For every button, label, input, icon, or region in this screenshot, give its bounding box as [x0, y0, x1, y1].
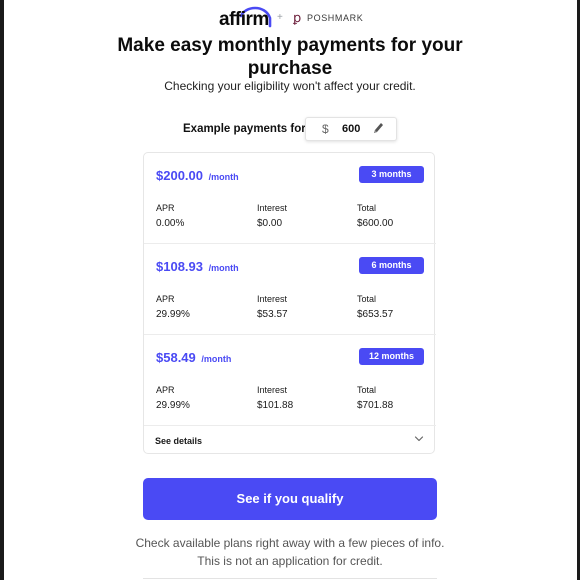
- page-subtitle: Checking your eligibility won't affect y…: [164, 79, 416, 93]
- total-label: Total: [357, 385, 377, 395]
- monthly-price: $108.93 /month: [156, 259, 239, 274]
- page-title: Make easy monthly payments for your purc…: [117, 35, 463, 79]
- interest-label: Interest: [257, 203, 288, 213]
- plan-option-3-months[interactable]: $200.00 /month 3 months APR Interest Tot…: [144, 153, 436, 244]
- monthly-price: $58.49 /month: [156, 350, 231, 365]
- bottom-divider: [143, 578, 437, 579]
- currency-symbol: $: [322, 122, 329, 136]
- total-label: Total: [357, 203, 377, 213]
- interest-value: $101.88: [257, 400, 294, 411]
- left-frame-edge: [0, 0, 4, 580]
- term-badge: 3 months: [359, 166, 424, 183]
- apr-value: 0.00%: [156, 218, 185, 229]
- plan-option-12-months[interactable]: $58.49 /month 12 months APR Interest Tot…: [144, 335, 436, 426]
- brand-header: affirm + ꝑ POSHMARK: [0, 4, 580, 30]
- per-month-label: /month: [208, 172, 239, 182]
- monthly-price-amount: $58.49: [156, 350, 196, 365]
- total-label: Total: [357, 294, 377, 304]
- amount-input[interactable]: $ 600: [305, 117, 397, 141]
- disclaimer-line-2: This is not an application for credit.: [197, 554, 383, 568]
- payment-plans-card: $200.00 /month 3 months APR Interest Tot…: [143, 152, 436, 454]
- apr-label: APR: [156, 203, 175, 213]
- affirm-wordmark: affirm: [219, 9, 269, 30]
- term-badge: 6 months: [359, 257, 424, 274]
- amount-value[interactable]: 600: [342, 123, 362, 135]
- per-month-label: /month: [201, 354, 232, 364]
- example-payments-row: Example payments for $ 600: [0, 117, 580, 141]
- total-value: $600.00: [357, 218, 394, 229]
- interest-label: Interest: [257, 385, 288, 395]
- chevron-down-icon[interactable]: [414, 435, 424, 443]
- plus-sign: +: [277, 12, 283, 23]
- affirm-logo: affirm: [219, 4, 275, 30]
- see-details-label: See details: [155, 436, 203, 446]
- interest-label: Interest: [257, 294, 288, 304]
- plan-option-6-months[interactable]: $108.93 /month 6 months APR Interest Tot…: [144, 244, 436, 335]
- poshmark-wordmark: POSHMARK: [307, 13, 364, 23]
- interest-value: $53.57: [257, 309, 288, 320]
- total-value: $701.88: [357, 400, 394, 411]
- disclaimer-line-1: Check available plans right away with a …: [135, 536, 445, 550]
- total-value: $653.57: [357, 309, 394, 320]
- interest-value: $0.00: [257, 218, 283, 229]
- apr-value: 29.99%: [156, 309, 190, 320]
- per-month-label: /month: [208, 263, 239, 273]
- pencil-icon[interactable]: [372, 121, 384, 135]
- see-details-toggle[interactable]: See details: [144, 426, 436, 454]
- apr-label: APR: [156, 385, 175, 395]
- monthly-price-amount: $108.93: [156, 259, 203, 274]
- monthly-price-amount: $200.00: [156, 168, 203, 183]
- apr-value: 29.99%: [156, 400, 190, 411]
- monthly-price: $200.00 /month: [156, 168, 239, 183]
- example-payments-label: Example payments for: [183, 123, 306, 135]
- poshmark-p-icon: ꝑ: [293, 10, 302, 25]
- see-if-you-qualify-button[interactable]: See if you qualify: [143, 478, 437, 520]
- term-badge: 12 months: [359, 348, 424, 365]
- disclaimer-text: Check available plans right away with a …: [110, 534, 470, 570]
- apr-label: APR: [156, 294, 175, 304]
